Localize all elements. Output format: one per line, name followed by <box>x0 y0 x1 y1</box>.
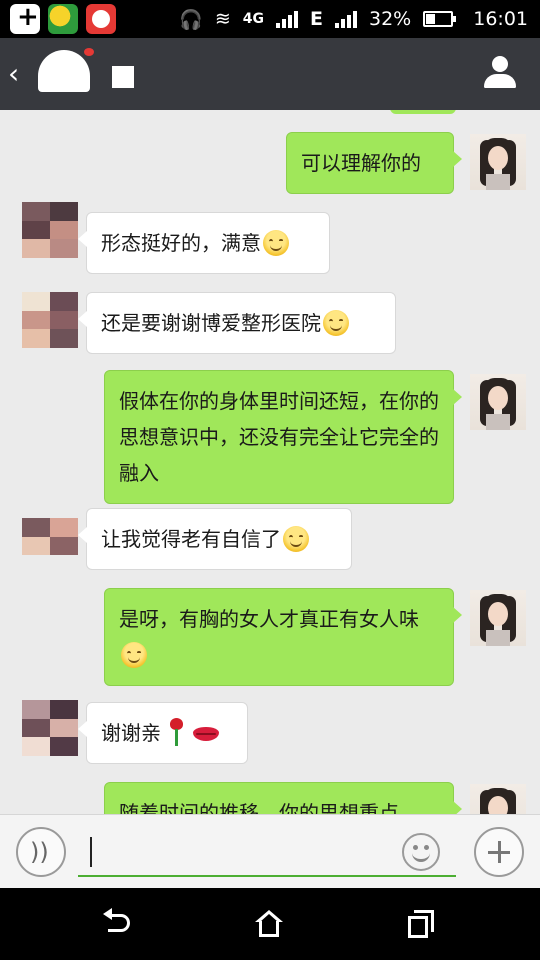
smiley-icon[interactable] <box>402 833 440 871</box>
chevron-left-icon[interactable]: ‹ <box>8 56 38 92</box>
my-avatar[interactable] <box>470 590 526 646</box>
status-indicators: 🎧 ≋ 4G E 32% 16:01 <box>179 0 528 38</box>
status-bar: 🎧 ≋ 4G E 32% 16:01 <box>0 0 540 38</box>
contact-avatar[interactable] <box>22 700 78 756</box>
wifi-icon: ≋ <box>214 8 231 30</box>
message-bubble-outgoing[interactable]: 假体在你的身体里时间还短，在你的思想意识中，还没有完全让它完全的融入 <box>104 370 462 504</box>
message-bubble-incoming[interactable]: 让我觉得老有自信了 <box>78 508 352 570</box>
smiley-emoji-icon <box>323 310 349 336</box>
signal-icon <box>276 10 299 28</box>
system-nav-bar <box>0 888 540 960</box>
message-bubble-incoming[interactable]: 谢谢亲 <box>78 702 248 764</box>
chat-header: ‹ <box>0 38 540 110</box>
signal-icon <box>335 10 357 28</box>
data-type: E <box>310 8 323 30</box>
app-notification-icon <box>86 4 116 34</box>
message-input-bar: )) <box>0 814 540 888</box>
lips-emoji-icon <box>193 727 219 741</box>
my-avatar[interactable] <box>470 784 526 814</box>
notification-icons <box>10 2 116 34</box>
voice-icon[interactable]: )) <box>16 827 66 877</box>
network-type: 4G <box>242 11 265 27</box>
plus-icon[interactable] <box>474 827 524 877</box>
message-text: 谢谢亲 <box>101 721 161 745</box>
message-bubble-incoming[interactable]: 形态挺好的，满意 <box>78 212 330 274</box>
smiley-emoji-icon <box>121 642 147 668</box>
home-icon[interactable] <box>250 908 290 940</box>
battery-icon <box>423 11 457 27</box>
rose-emoji-icon <box>167 718 185 746</box>
message-input[interactable] <box>78 833 456 877</box>
partial-message-bubble <box>390 110 456 114</box>
message-text: 形态挺好的，满意 <box>101 231 261 255</box>
person-icon[interactable] <box>482 54 518 94</box>
my-avatar[interactable] <box>470 374 526 430</box>
recent-apps-icon[interactable] <box>404 908 444 940</box>
contact-name-redacted <box>112 66 134 88</box>
message-text: 可以理解你的 <box>301 151 421 175</box>
app-notification-icon <box>48 4 78 34</box>
app-notification-icon <box>10 2 40 34</box>
back-icon[interactable] <box>100 908 140 940</box>
smiley-emoji-icon <box>283 526 309 552</box>
message-bubble-outgoing[interactable]: 随着时间的推移，你的思想重点 <box>104 782 462 814</box>
clock: 16:01 <box>473 8 528 30</box>
battery-percent: 32% <box>369 8 412 30</box>
headphones-icon: 🎧 <box>179 8 203 31</box>
message-text: 是呀，有胸的女人才真正有女人味 <box>119 607 419 631</box>
message-text: 还是要谢谢博爱整形医院 <box>101 311 321 335</box>
message-bubble-incoming[interactable]: 还是要谢谢博爱整形医院 <box>78 292 396 354</box>
message-bubble-outgoing[interactable]: 可以理解你的 <box>286 132 462 194</box>
message-text: 让我觉得老有自信了 <box>101 527 281 551</box>
contact-name-redacted <box>38 48 94 92</box>
message-bubble-outgoing[interactable]: 是呀，有胸的女人才真正有女人味 <box>104 588 462 686</box>
contact-avatar[interactable] <box>22 518 78 574</box>
chat-message-list[interactable]: 可以理解你的 形态挺好的，满意 还是要谢谢博爱整形医院 假体在你的身体里时间还短… <box>0 110 540 814</box>
contact-avatar[interactable] <box>22 202 78 258</box>
text-cursor <box>90 837 92 867</box>
contact-avatar[interactable] <box>22 292 78 348</box>
message-text: 随着时间的推移，你的思想重点 <box>119 801 399 814</box>
message-text: 假体在你的身体里时间还短，在你的思想意识中，还没有完全让它完全的融入 <box>119 389 439 485</box>
my-avatar[interactable] <box>470 134 526 190</box>
smiley-emoji-icon <box>263 230 289 256</box>
